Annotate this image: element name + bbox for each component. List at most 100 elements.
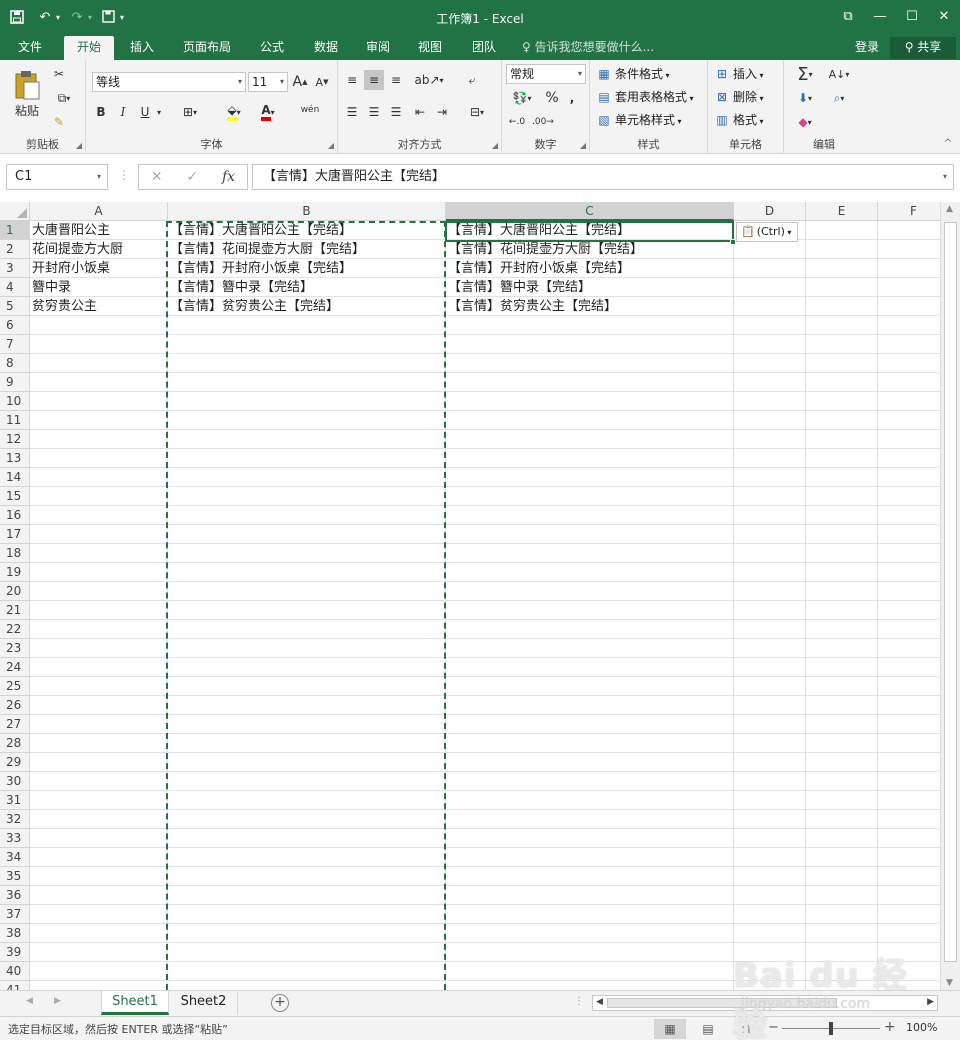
cell-c4[interactable]: 【言情】簪中录【完结】 (446, 278, 732, 297)
tab-data[interactable]: 数据 (304, 36, 348, 60)
cut-icon[interactable]: ✂ (50, 64, 68, 84)
scroll-up-icon[interactable]: ▲ (946, 204, 953, 214)
expand-formula-icon[interactable]: ▾ (943, 165, 947, 189)
tab-home[interactable]: 开始 (64, 36, 114, 60)
alignment-launcher-icon[interactable]: ◢ (492, 141, 498, 150)
row-header-32[interactable]: 32 (0, 810, 30, 829)
row-header-18[interactable]: 18 (0, 544, 30, 563)
wrap-text-icon[interactable]: ⤶ (462, 70, 482, 90)
row-header-41[interactable]: 41 (0, 981, 30, 990)
row-header-25[interactable]: 25 (0, 677, 30, 696)
italic-button[interactable]: I (114, 102, 132, 122)
fill-icon[interactable]: ⬇ ▾ (790, 88, 820, 108)
align-right-icon[interactable]: ☰ (386, 102, 406, 122)
zoom-out-icon[interactable]: − (768, 1020, 779, 1035)
row-header-15[interactable]: 15 (0, 487, 30, 506)
formula-input[interactable]: 【言情】大唐晋阳公主【完结】 ▾ (252, 164, 954, 190)
number-launcher-icon[interactable]: ◢ (580, 141, 586, 150)
conditional-format-button[interactable]: ▦ 条件格式 ▾ (596, 64, 669, 84)
page-break-view-icon[interactable]: ⊓ (730, 1019, 762, 1039)
normal-view-icon[interactable]: ▦ (654, 1019, 686, 1039)
zoom-slider-knob[interactable] (829, 1022, 833, 1035)
increase-indent-icon[interactable]: ⇥ (432, 102, 452, 122)
sheet-tab-sheet2[interactable]: Sheet2 (170, 991, 238, 1015)
format-cells-button[interactable]: ▥ 格式 ▾ (714, 110, 763, 130)
row-header-10[interactable]: 10 (0, 392, 30, 411)
scroll-down-icon[interactable]: ▼ (946, 978, 953, 988)
row-header-4[interactable]: 4 (0, 278, 30, 297)
enter-icon[interactable]: ✓ (186, 169, 198, 185)
row-header-9[interactable]: 9 (0, 373, 30, 392)
row-header-26[interactable]: 26 (0, 696, 30, 715)
add-sheet-icon[interactable]: + (271, 994, 289, 1012)
zoom-level[interactable]: 100% (906, 1021, 937, 1034)
align-top-icon[interactable]: ≡ (342, 70, 362, 90)
phonetic-icon[interactable]: wén (298, 100, 322, 120)
tab-page-layout[interactable]: 页面布局 (176, 36, 238, 60)
row-header-3[interactable]: 3 (0, 259, 30, 278)
number-format-select[interactable]: 常规 ▾ (506, 64, 586, 84)
tell-me-box[interactable]: ♀ 告诉我您想要做什么... (522, 36, 654, 60)
borders-icon[interactable]: ⊞ ▾ (176, 102, 204, 122)
cell-a5[interactable]: 贫穷贵公主 (30, 297, 166, 316)
row-header-12[interactable]: 12 (0, 430, 30, 449)
column-header-e[interactable]: E (806, 202, 878, 221)
font-launcher-icon[interactable]: ◢ (328, 141, 334, 150)
sort-filter-icon[interactable]: A↓ ▾ (824, 64, 854, 84)
vertical-scrollbar[interactable]: ▲ ▼ (940, 202, 960, 990)
close-icon[interactable]: ✕ (928, 0, 960, 32)
row-header-16[interactable]: 16 (0, 506, 30, 525)
horizontal-scrollbar[interactable]: ◀ ▶ (592, 995, 938, 1011)
tab-team[interactable]: 团队 (462, 36, 506, 60)
row-header-7[interactable]: 7 (0, 335, 30, 354)
row-header-6[interactable]: 6 (0, 316, 30, 335)
row-header-11[interactable]: 11 (0, 411, 30, 430)
cell-a1[interactable]: 大唐晋阳公主 (30, 221, 166, 240)
row-header-23[interactable]: 23 (0, 639, 30, 658)
row-header-13[interactable]: 13 (0, 449, 30, 468)
align-center-icon[interactable]: ☰ (364, 102, 384, 122)
decrease-decimal-icon[interactable]: .00→ (532, 112, 554, 132)
row-header-39[interactable]: 39 (0, 943, 30, 962)
name-box[interactable]: C1 ▾ (6, 164, 108, 190)
row-header-21[interactable]: 21 (0, 601, 30, 620)
insert-function-icon[interactable]: fx (222, 169, 235, 185)
decrease-indent-icon[interactable]: ⇤ (410, 102, 430, 122)
autosum-icon[interactable]: Σ ▾ (790, 64, 820, 85)
cell-a4[interactable]: 簪中录 (30, 278, 166, 297)
paste-button[interactable]: 粘贴 (10, 66, 44, 122)
row-header-37[interactable]: 37 (0, 905, 30, 924)
align-left-icon[interactable]: ☰ (342, 102, 362, 122)
font-size-select[interactable]: 11 ▾ (248, 72, 288, 92)
tab-insert[interactable]: 插入 (120, 36, 164, 60)
fill-color-icon[interactable]: ⬙ ▾ (220, 102, 248, 122)
row-header-40[interactable]: 40 (0, 962, 30, 981)
zoom-in-icon[interactable]: + (884, 1019, 896, 1035)
cell-c5[interactable]: 【言情】贫穷贵公主【完结】 (446, 297, 732, 316)
login-link[interactable]: 登录 (855, 36, 879, 60)
next-sheet-icon[interactable]: ▶ (54, 996, 61, 1006)
format-painter-icon[interactable]: ✎ (50, 112, 68, 132)
maximize-icon[interactable]: ☐ (896, 0, 928, 32)
row-header-1[interactable]: 1 (0, 221, 30, 240)
orientation-icon[interactable]: ab↗ ▾ (414, 70, 444, 90)
merge-center-icon[interactable]: ⊟ ▾ (462, 102, 492, 122)
row-header-2[interactable]: 2 (0, 240, 30, 259)
column-header-b[interactable]: B (168, 202, 446, 221)
percent-icon[interactable]: % (542, 88, 562, 108)
row-header-5[interactable]: 5 (0, 297, 30, 316)
delete-cells-button[interactable]: ⊠ 删除 ▾ (714, 87, 764, 107)
row-header-34[interactable]: 34 (0, 848, 30, 867)
vertical-scroll-thumb[interactable] (944, 222, 957, 962)
paste-options-button[interactable]: 📋 (Ctrl) ▾ (736, 222, 798, 242)
row-header-20[interactable]: 20 (0, 582, 30, 601)
increase-decimal-icon[interactable]: ←.0 (506, 112, 528, 132)
accounting-icon[interactable]: 💱 ▾ (506, 88, 538, 108)
format-as-table-button[interactable]: ▤ 套用表格格式 ▾ (596, 87, 693, 107)
worksheet-grid[interactable]: A B C D E F 1 2 3 4 5 6 7 8 9 10 11 12 13 14 15 16 17 18 19 20 21 2… (0, 202, 960, 990)
tab-file[interactable]: 文件 (8, 36, 52, 60)
row-header-14[interactable]: 14 (0, 468, 30, 487)
row-header-22[interactable]: 22 (0, 620, 30, 639)
align-bottom-icon[interactable]: ≡ (386, 70, 406, 90)
comma-icon[interactable]: , (564, 88, 580, 108)
